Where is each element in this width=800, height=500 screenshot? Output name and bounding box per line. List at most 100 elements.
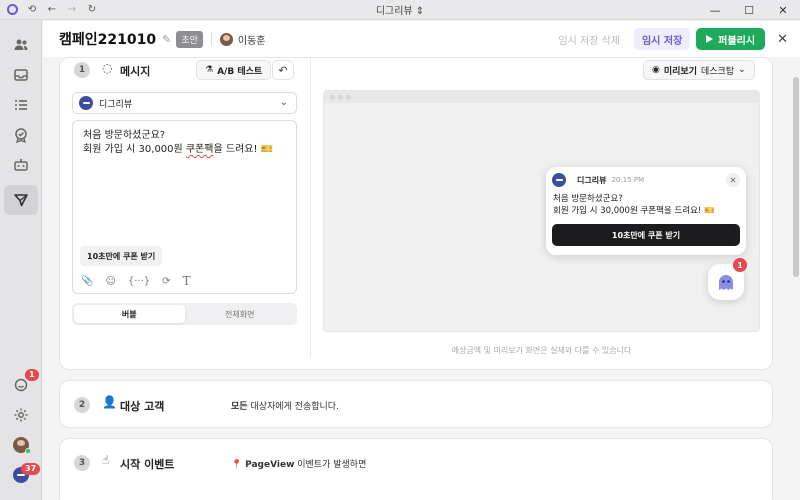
person-icon: 👤 xyxy=(102,395,117,409)
undo-button[interactable]: ↶ xyxy=(272,60,294,80)
save-draft-button[interactable]: 임시 저장 xyxy=(633,28,691,50)
preview-device: 데스크탑 xyxy=(700,66,735,77)
step-trigger-card[interactable]: 3 ☝ 시작 이벤트 📍 PageView 이벤트가 발생하면 xyxy=(59,438,773,500)
trigger-event: PageView xyxy=(245,460,295,470)
emoji-icon[interactable]: ☺ xyxy=(105,276,115,287)
preview-device-select[interactable]: ◉ 미리보기 데스크탑 ⌄ xyxy=(643,60,755,80)
popup-line-2: 회원 가입 시 30,000원 쿠폰팩을 드려요! 🎫 xyxy=(553,206,715,216)
minimize-button[interactable]: — xyxy=(698,0,732,20)
flask-icon: ⚗ xyxy=(205,65,214,75)
users-icon xyxy=(14,39,28,50)
tab-fullscreen[interactable]: 전체화면 xyxy=(185,305,296,323)
app-icon xyxy=(6,4,18,16)
sidebar-item-bot[interactable] xyxy=(4,150,38,180)
location-pin-icon: 📍 xyxy=(231,460,243,470)
campaign-editor: 1 ◌ 메시지 ⚗ A/B 테스트 ↶ 디그리뷰 ⌄ 처음 방문하셨군요? 회원… xyxy=(43,57,800,500)
sender-select[interactable]: 디그리뷰 ⌄ xyxy=(72,92,297,114)
editor-toolbar: 📎 ☺ {···} ⟳ T xyxy=(81,274,191,288)
message-line-2-end: 을 드려요! 🎫 xyxy=(213,144,274,155)
editor-cta-button[interactable]: 10초만에 쿠폰 받기 xyxy=(80,246,163,266)
step-title: 시작 이벤트 xyxy=(120,458,175,471)
message-popup-preview: 디그리뷰 20:15 PM ✕ 처음 방문하셨군요? 회원 가입 시 30,00… xyxy=(546,167,746,255)
campaign-header: 캠페인221010 ✎ 초안 이동훈 임시 저장 삭제 임시 저장 퍼블리시 ✕ xyxy=(43,21,800,57)
text-format-icon[interactable]: T xyxy=(183,274,191,288)
sidebar-item-badge[interactable] xyxy=(4,120,38,150)
browser-bar xyxy=(324,91,759,103)
step-target-card[interactable]: 2 👤 대상 고객 모든 대상자에게 전송합니다. xyxy=(59,380,773,428)
panel-divider xyxy=(310,58,311,358)
variable-icon[interactable]: {···} xyxy=(128,276,150,287)
sidebar-item-list[interactable] xyxy=(4,90,38,120)
close-window-button[interactable]: ✕ xyxy=(766,0,800,20)
notification-badge: 1 xyxy=(25,369,39,381)
sidebar-item-campaigns[interactable] xyxy=(4,185,38,215)
display-mode-toggle: 버블 전체화면 xyxy=(72,303,297,325)
spellcheck-word: 쿠폰팩 xyxy=(185,144,214,155)
target-all: 모든 xyxy=(231,402,248,412)
ghost-icon xyxy=(719,275,733,290)
sidebar-item-profile[interactable] xyxy=(4,430,38,460)
popup-close-icon[interactable]: ✕ xyxy=(726,173,740,187)
gear-icon xyxy=(14,408,28,422)
ab-test-button[interactable]: ⚗ A/B 테스트 xyxy=(196,60,272,80)
edit-icon[interactable]: ✎ xyxy=(162,33,171,46)
sidebar: 1 37 xyxy=(0,20,42,500)
button-icon[interactable]: ⟳ xyxy=(162,276,170,287)
publish-button[interactable]: 퍼블리시 xyxy=(696,28,766,50)
forward-icon[interactable]: → xyxy=(66,4,78,16)
preview-disclaimer: 예상금액 및 미리보기 화면은 실제와 다를 수 있습니다 xyxy=(451,346,632,355)
step-title: 대상 고객 xyxy=(120,400,165,413)
chevron-down-icon: ⌄ xyxy=(738,65,746,75)
message-line-2-part: 회원 가입 시 30,000원 xyxy=(83,144,186,155)
sidebar-item-inbox[interactable] xyxy=(4,60,38,90)
popup-brand-logo xyxy=(552,173,566,187)
step-title: 메시지 xyxy=(120,65,151,78)
message-line-2: 회원 가입 시 30,000원 쿠폰팩을 드려요! 🎫 xyxy=(83,143,273,157)
target-description: 모든 대상자에게 전송합니다. xyxy=(231,399,339,412)
online-status-dot xyxy=(25,448,31,454)
brand-logo xyxy=(79,96,93,110)
trigger-rest: 이벤트가 발생하면 xyxy=(294,460,367,470)
step-number: 2 xyxy=(74,397,90,413)
message-line-1: 처음 방문하셨군요? xyxy=(83,130,166,141)
header-divider xyxy=(210,32,212,46)
history-icon[interactable]: ⟲ xyxy=(26,4,38,16)
close-icon[interactable]: ✕ xyxy=(777,32,788,47)
scrollbar-thumb[interactable] xyxy=(793,77,799,277)
pointer-icon: ☝ xyxy=(102,453,110,467)
message-icon: ◌ xyxy=(102,61,113,75)
message-editor[interactable]: 처음 방문하셨군요? 회원 가입 시 30,000원 쿠폰팩을 드려요! 🎫 1… xyxy=(72,120,297,294)
workspace-badge: 37 xyxy=(21,463,41,475)
undo-icon: ↶ xyxy=(278,63,288,77)
launcher-badge: 1 xyxy=(733,258,747,272)
play-icon xyxy=(706,35,714,43)
popup-cta-button[interactable]: 10초만에 쿠폰 받기 xyxy=(552,224,740,246)
attach-icon[interactable]: 📎 xyxy=(81,276,93,287)
message-body[interactable]: 처음 방문하셨군요? 회원 가입 시 30,000원 쿠폰팩을 드려요! 🎫 xyxy=(83,129,273,157)
inbox-icon xyxy=(14,69,28,81)
badge-icon xyxy=(15,128,27,143)
owner-name: 이동훈 xyxy=(237,35,266,47)
delete-draft-button[interactable]: 임시 저장 삭제 xyxy=(550,28,628,50)
preview-label: 미리보기 xyxy=(663,66,697,77)
reload-icon[interactable]: ↻ xyxy=(86,4,98,16)
tab-bubble[interactable]: 버블 xyxy=(74,305,185,323)
target-rest: 대상자에게 전송합니다. xyxy=(247,402,339,412)
sidebar-item-settings[interactable] xyxy=(4,400,38,430)
chevron-down-icon: ⌄ xyxy=(279,97,288,108)
scrollbar[interactable] xyxy=(792,57,800,500)
list-icon xyxy=(15,100,27,110)
popup-line-1: 처음 방문하셨군요? xyxy=(553,194,623,204)
window-title[interactable]: 디그리뷰 ⇕ xyxy=(376,6,424,17)
popup-body: 처음 방문하셨군요? 회원 가입 시 30,000원 쿠폰팩을 드려요! 🎫 xyxy=(553,193,715,217)
popup-sender: 디그리뷰 xyxy=(577,175,607,185)
campaign-title[interactable]: 캠페인221010 xyxy=(59,29,156,49)
publish-label: 퍼블리시 xyxy=(718,35,756,47)
maximize-button[interactable]: ☐ xyxy=(732,0,766,20)
sidebar-item-users[interactable] xyxy=(4,30,38,60)
title-bar: ⟲ ← → ↻ 디그리뷰 ⇕ — ☐ ✕ xyxy=(0,0,800,20)
step-number: 3 xyxy=(74,455,90,471)
step-number: 1 xyxy=(74,62,90,78)
browser-dots xyxy=(330,95,351,100)
back-icon[interactable]: ← xyxy=(46,4,58,16)
